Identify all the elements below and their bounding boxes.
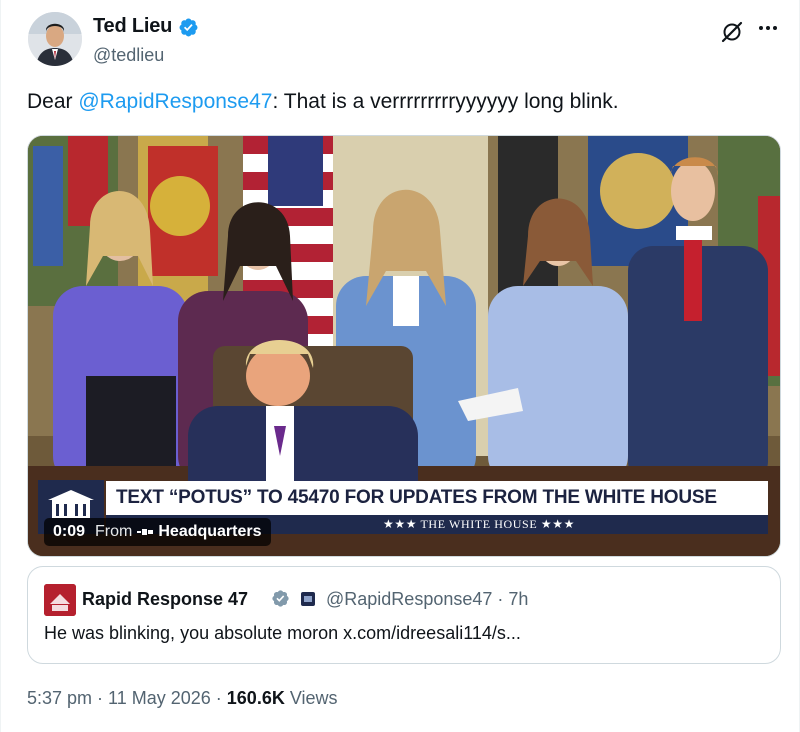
video-source-badge[interactable]: 0:09 From Headquarters (44, 518, 271, 546)
quoted-handle-time[interactable]: @RapidResponse47 · 7h (326, 589, 528, 610)
more-icon[interactable] (753, 16, 783, 40)
tweet-card: Ted Lieu @tedlieu Dear @RapidResponse47:… (0, 0, 800, 732)
chyron-sub-text: ★★★ THE WHITE HOUSE ★★★ (383, 517, 575, 531)
tweet-text: Dear @RapidResponse47: That is a verrrrr… (27, 88, 619, 116)
tweet-text-suffix: : That is a verrrrrrrrryyyyyy long blink… (272, 90, 619, 113)
from-label: From (95, 523, 133, 540)
mention-link[interactable]: @RapidResponse47 (78, 90, 272, 113)
timestamp-date[interactable]: 5:37 pm · 11 May 2026 · (27, 688, 227, 708)
quoted-text: He was blinking, you absolute moron x.co… (44, 623, 521, 643)
tweet-text-prefix: Dear (27, 90, 79, 113)
source-name[interactable]: Headquarters (158, 523, 261, 541)
quoted-tweet[interactable]: Rapid Response 47 @RapidResponse47 · 7h … (27, 566, 781, 664)
verified-badge-icon[interactable] (178, 17, 199, 38)
source-logo-icon (137, 529, 154, 535)
video-player[interactable]: TEXT “POTUS” TO 45470 FOR UPDATES FROM T… (27, 135, 781, 557)
chyron-text: TEXT “POTUS” TO 45470 FOR UPDATES FROM T… (116, 487, 717, 508)
grok-icon[interactable] (719, 19, 745, 45)
views-count: 160.6K (226, 688, 285, 708)
verified-badge-icon (272, 590, 289, 607)
video-timestamp: 0:09 (53, 523, 86, 540)
government-flag-icon (301, 592, 315, 606)
author-avatar[interactable] (28, 12, 82, 66)
chyron-banner: TEXT “POTUS” TO 45470 FOR UPDATES FROM T… (106, 481, 768, 515)
quoted-avatar[interactable] (44, 584, 76, 616)
quoted-author-name[interactable]: Rapid Response 47 (82, 589, 248, 610)
author-name[interactable]: Ted Lieu (93, 15, 172, 38)
tweet-meta: 5:37 pm · 11 May 2026 · 160.6K Views (27, 688, 338, 709)
views-label: Views (284, 688, 338, 708)
author-handle[interactable]: @tedlieu (93, 45, 164, 66)
